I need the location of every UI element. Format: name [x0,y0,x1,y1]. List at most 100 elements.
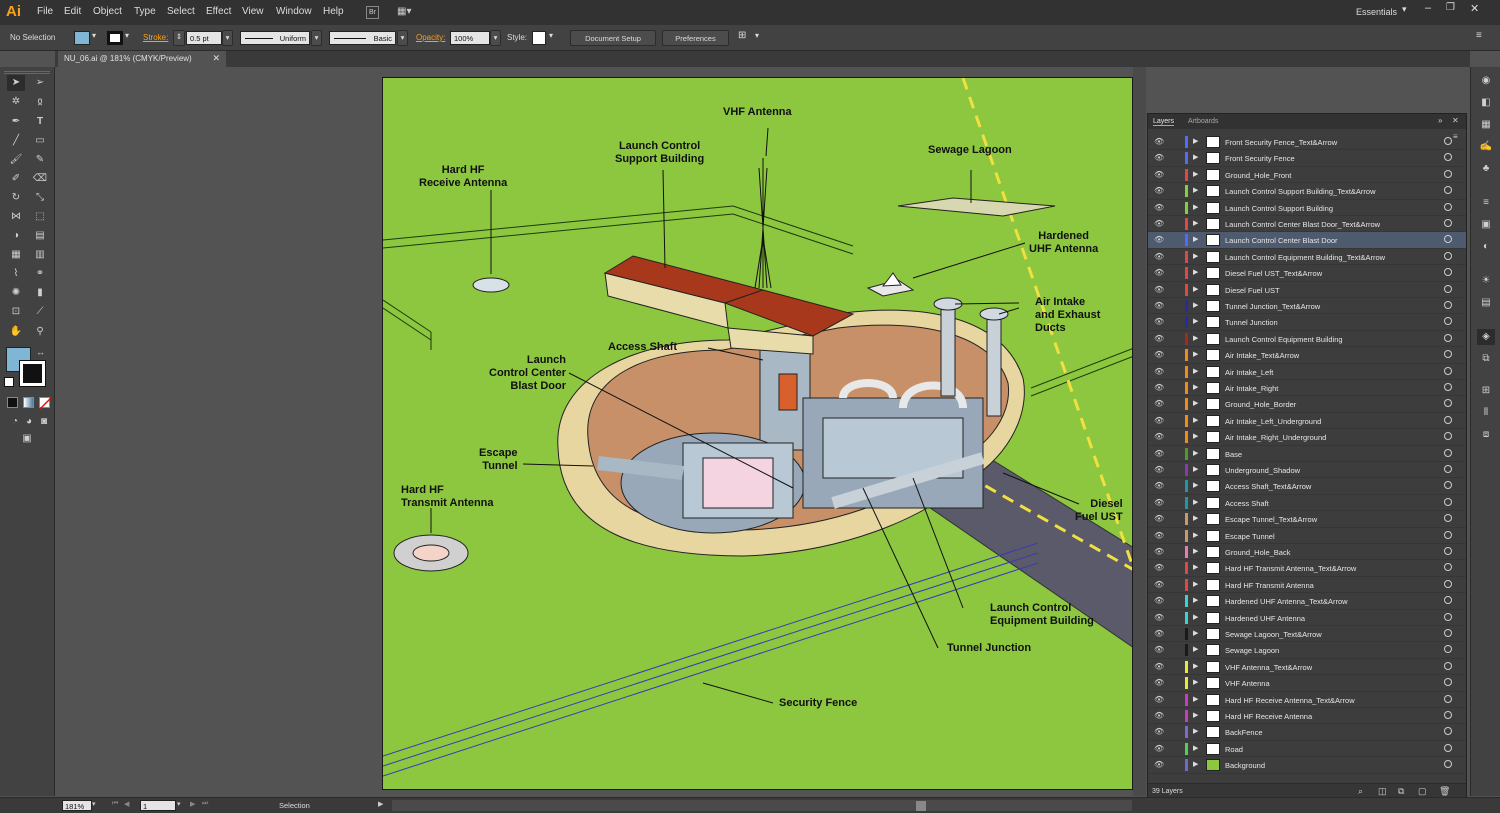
layer-name[interactable]: VHF Antenna_Text&Arrow [1225,663,1312,672]
expand-triangle-icon[interactable]: ▶ [1193,727,1198,735]
lock-toggle[interactable] [1170,185,1180,196]
visibility-eye-icon[interactable]: 👁 [1154,268,1164,277]
target-circle-icon[interactable] [1444,530,1452,539]
visibility-eye-icon[interactable]: 👁 [1154,596,1164,605]
delete-layer-icon[interactable]: 🗑 [1439,786,1450,797]
document-tab[interactable]: NU_06.ai @ 181% (CMYK/Preview) ✕ [58,51,226,67]
layer-name[interactable]: Diesel Fuel UST [1225,286,1280,295]
layer-row[interactable]: 👁 ▶ Sewage Lagoon [1148,642,1466,659]
hand-tool-icon[interactable]: ✋ [7,324,25,340]
fill-dropdown-icon[interactable]: ▾ [92,31,96,40]
paintbrush-icon[interactable]: 🖌 [7,152,25,168]
close-icon[interactable]: ✕ [1470,2,1479,15]
layer-row[interactable]: 👁 ▶ Escape Tunnel_Text&Arrow [1148,511,1466,528]
shape-builder-icon[interactable]: ◑ [7,228,25,244]
lock-toggle[interactable] [1170,333,1180,344]
zoom-field[interactable]: 181% [62,800,92,811]
expand-triangle-icon[interactable]: ▶ [1193,334,1198,342]
layer-name[interactable]: Escape Tunnel_Text&Arrow [1225,515,1317,524]
target-circle-icon[interactable] [1444,612,1452,621]
layer-name[interactable]: Escape Tunnel [1225,532,1275,541]
lock-toggle[interactable] [1170,284,1180,295]
visibility-eye-icon[interactable]: 👁 [1154,219,1164,228]
lock-toggle[interactable] [1170,644,1180,655]
target-circle-icon[interactable] [1444,448,1452,457]
stroke-swatch[interactable] [107,31,123,45]
menu-file[interactable]: File [37,6,53,17]
gradient-tool-icon[interactable]: ▥ [31,247,49,263]
next-artboard-icon[interactable]: ▶ [190,800,195,808]
layer-row[interactable]: 👁 ▶ Hard HF Receive Antenna [1148,708,1466,725]
symbols-icon[interactable]: ♣ [1477,161,1495,177]
layer-row[interactable]: 👁 ▶ Access Shaft [1148,495,1466,512]
control-menu-icon[interactable]: ≡ [1476,30,1482,41]
color-guide-icon[interactable]: ◧ [1477,95,1495,111]
layer-name[interactable]: Air Intake_Left [1225,368,1273,377]
lock-toggle[interactable] [1170,759,1180,770]
brush-definition[interactable]: Basic [329,31,396,45]
free-transform-icon[interactable]: ⬚ [31,209,49,225]
target-circle-icon[interactable] [1444,579,1452,588]
tab-artboards[interactable]: Artboards [1188,118,1218,125]
layer-row[interactable]: 👁 ▶ Sewage Lagoon_Text&Arrow [1148,626,1466,643]
layer-name[interactable]: Ground_Hole_Back [1225,548,1290,557]
lock-toggle[interactable] [1170,726,1180,737]
visibility-eye-icon[interactable]: 👁 [1154,334,1164,343]
expand-triangle-icon[interactable]: ▶ [1193,645,1198,653]
opacity-dropdown-icon[interactable]: ▾ [490,30,501,46]
target-circle-icon[interactable] [1444,399,1452,408]
lock-toggle[interactable] [1170,694,1180,705]
expand-triangle-icon[interactable]: ▶ [1193,268,1198,276]
expand-triangle-icon[interactable]: ▶ [1193,596,1198,604]
layer-row[interactable]: 👁 ▶ Hard HF Transmit Antenna [1148,577,1466,594]
target-circle-icon[interactable] [1444,350,1452,359]
expand-triangle-icon[interactable]: ▶ [1193,531,1198,539]
visibility-eye-icon[interactable]: 👁 [1154,711,1164,720]
layer-row[interactable]: 👁 ▶ Hard HF Transmit Antenna_Text&Arrow [1148,560,1466,577]
layer-name[interactable]: BackFence [1225,728,1263,737]
expand-triangle-icon[interactable]: ▶ [1193,563,1198,571]
fill-swatch[interactable] [74,31,90,45]
expand-triangle-icon[interactable]: ▶ [1193,399,1198,407]
brush-dropdown-icon[interactable]: ▾ [397,30,408,46]
style-swatch[interactable] [532,31,546,45]
layer-name[interactable]: Launch Control Center Blast Door_Text&Ar… [1225,220,1380,229]
layer-name[interactable]: Front Security Fence [1225,154,1295,163]
menu-window[interactable]: Window [276,6,312,17]
zoom-tool-icon[interactable]: ⚲ [31,324,49,340]
target-circle-icon[interactable] [1444,169,1452,178]
visibility-eye-icon[interactable]: 👁 [1154,645,1164,654]
minimize-icon[interactable]: – [1425,2,1431,14]
layer-name[interactable]: Hard HF Receive Antenna_Text&Arrow [1225,696,1355,705]
expand-triangle-icon[interactable]: ▶ [1193,252,1198,260]
stroke-swatch-dropdown-icon[interactable]: ▾ [125,31,129,40]
artboard[interactable]: VHF Antenna Launch Control Support Build… [382,77,1133,790]
target-circle-icon[interactable] [1444,202,1452,211]
target-circle-icon[interactable] [1444,235,1452,244]
visibility-eye-icon[interactable]: 👁 [1154,662,1164,671]
layer-name[interactable]: Hard HF Receive Antenna [1225,712,1312,721]
menu-view[interactable]: View [242,6,264,17]
lock-toggle[interactable] [1170,546,1180,557]
layer-row[interactable]: 👁 ▶ VHF Antenna [1148,675,1466,692]
stroke-color-box[interactable] [19,360,46,387]
swatches-icon[interactable]: ▦ [1477,117,1495,133]
visibility-eye-icon[interactable]: 👁 [1154,252,1164,261]
target-circle-icon[interactable] [1444,711,1452,719]
lock-toggle[interactable] [1170,349,1180,360]
panel-collapse-icon[interactable]: » [1438,116,1442,125]
layer-row[interactable]: 👁 ▶ Underground_Shadow [1148,462,1466,479]
visibility-eye-icon[interactable]: 👁 [1154,744,1164,753]
tab-close-icon[interactable]: ✕ [212,53,220,64]
target-circle-icon[interactable] [1444,678,1452,687]
eyedropper-icon[interactable]: ⌇ [7,266,25,282]
layer-name[interactable]: Base [1225,450,1242,459]
locate-object-icon[interactable]: ⌕ [1358,786,1363,797]
visibility-eye-icon[interactable]: 👁 [1154,235,1164,244]
lock-toggle[interactable] [1170,431,1180,442]
visibility-eye-icon[interactable]: 👁 [1154,695,1164,704]
lock-toggle[interactable] [1170,579,1180,590]
menu-type[interactable]: Type [134,6,156,17]
target-circle-icon[interactable] [1444,547,1452,555]
expand-triangle-icon[interactable]: ▶ [1193,613,1198,621]
